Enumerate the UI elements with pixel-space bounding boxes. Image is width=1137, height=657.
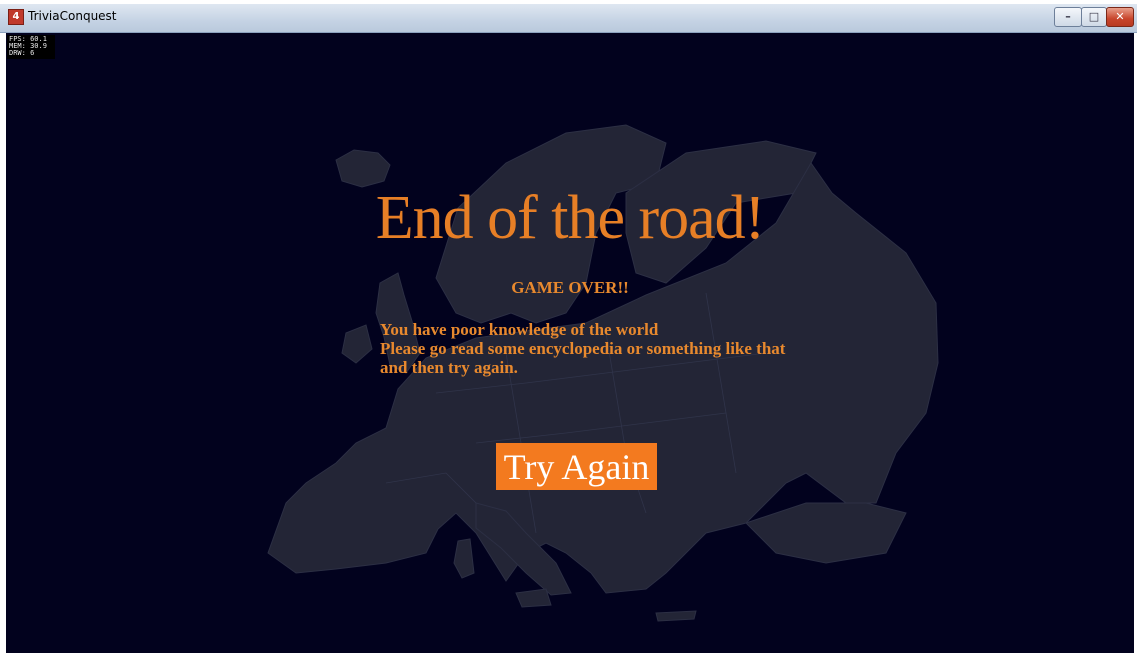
close-button[interactable]: ✕: [1106, 7, 1134, 27]
end-title: End of the road!: [375, 184, 766, 252]
title-bar[interactable]: 4 TriviaConquest – □ ✕: [0, 4, 1137, 33]
try-again-button[interactable]: Try Again: [496, 443, 657, 490]
map-anatolia: [745, 502, 907, 564]
window-title: TriviaConquest: [28, 9, 117, 23]
map-crete: [655, 610, 697, 622]
message-line-1: You have poor knowledge of the world: [380, 320, 659, 339]
app-logo-icon: 4: [8, 9, 24, 25]
game-over-label: GAME OVER!!: [511, 278, 629, 297]
map-sicily: [515, 588, 552, 608]
app-window: 4 TriviaConquest – □ ✕ FPS: 60.1 MEM: 30…: [0, 0, 1137, 657]
map-sardinia: [453, 538, 475, 579]
message-line-3: and then try again.: [380, 358, 518, 377]
message-text: You have poor knowledge of the world Ple…: [380, 320, 860, 377]
map-ireland: [341, 324, 373, 364]
draw-calls-readout: DRW: 6: [9, 49, 35, 57]
message-line-2: Please go read some encyclopedia or some…: [380, 339, 786, 358]
minimize-button[interactable]: –: [1054, 7, 1082, 27]
maximize-button[interactable]: □: [1081, 7, 1107, 27]
game-canvas: FPS: 60.1 MEM: 30.9 DRW: 6 End of the ro…: [6, 33, 1134, 653]
debug-stats-panel: FPS: 60.1 MEM: 30.9 DRW: 6: [7, 35, 55, 59]
